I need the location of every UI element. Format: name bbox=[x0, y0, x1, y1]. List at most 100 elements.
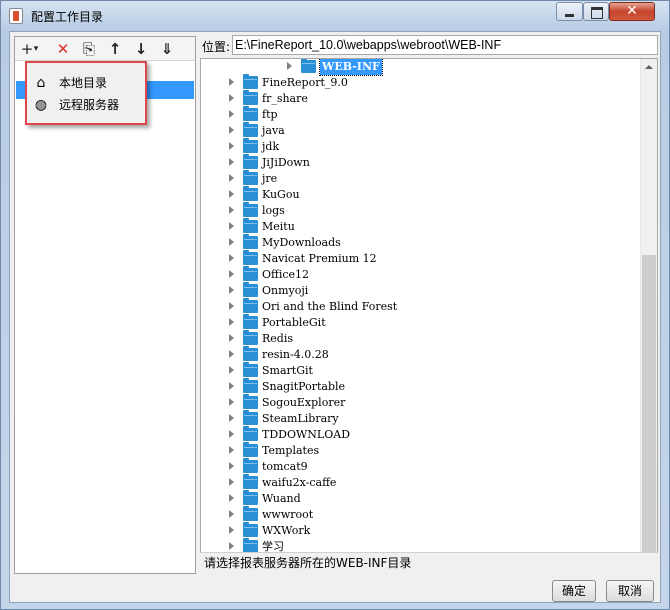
tree-item-label: waifu2x-caffe bbox=[262, 476, 337, 489]
expand-arrow-icon[interactable] bbox=[229, 270, 234, 278]
folder-icon bbox=[243, 234, 258, 249]
folder-icon bbox=[243, 250, 258, 265]
expand-arrow-icon[interactable] bbox=[229, 190, 234, 198]
expand-arrow-icon[interactable] bbox=[229, 126, 234, 134]
tree-row[interactable]: resin-4.0.28 bbox=[201, 346, 641, 363]
expand-arrow-icon[interactable] bbox=[229, 222, 234, 230]
tree-item-label: logs bbox=[262, 204, 285, 217]
tree-row[interactable]: jdk bbox=[201, 138, 641, 155]
tree-row[interactable]: WXWork bbox=[201, 522, 641, 539]
close-button[interactable]: ✕ bbox=[609, 2, 655, 21]
tree-row[interactable]: Wuand bbox=[201, 490, 641, 507]
tree-row[interactable]: SnagitPortable bbox=[201, 378, 641, 395]
menu-item-remote-server[interactable]: ◍ 远程服务器 bbox=[29, 95, 143, 115]
location-field[interactable]: E:\FineReport_10.0\webapps\webroot\WEB-I… bbox=[232, 35, 658, 55]
expand-arrow-icon[interactable] bbox=[229, 206, 234, 214]
expand-arrow-icon[interactable] bbox=[229, 158, 234, 166]
tree-item-label: tomcat9 bbox=[262, 460, 308, 473]
folder-icon bbox=[243, 90, 258, 105]
tree-row[interactable]: JiJiDown bbox=[201, 154, 641, 171]
tree-item-label: FineReport_9.0 bbox=[262, 76, 348, 89]
tree-row[interactable]: Navicat Premium 12 bbox=[201, 250, 641, 267]
tree-row[interactable]: fr_share bbox=[201, 90, 641, 107]
expand-arrow-icon[interactable] bbox=[229, 446, 234, 454]
tree-row[interactable]: Meitu bbox=[201, 218, 641, 235]
expand-arrow-icon[interactable] bbox=[229, 366, 234, 374]
tree-row[interactable]: waifu2x-caffe bbox=[201, 474, 641, 491]
tree-item-label: Redis bbox=[262, 332, 293, 345]
tree-row[interactable]: PortableGit bbox=[201, 314, 641, 331]
tree-row[interactable]: logs bbox=[201, 202, 641, 219]
tree-item-label: ftp bbox=[262, 108, 278, 121]
expand-arrow-icon[interactable] bbox=[229, 478, 234, 486]
folder-icon bbox=[243, 506, 258, 521]
add-dropdown-icon[interactable]: ▾ bbox=[31, 40, 41, 58]
expand-arrow-icon[interactable] bbox=[229, 542, 234, 550]
expand-arrow-icon[interactable] bbox=[229, 174, 234, 182]
expand-arrow-icon[interactable] bbox=[229, 142, 234, 150]
expand-arrow-icon[interactable] bbox=[229, 238, 234, 246]
scroll-thumb[interactable] bbox=[642, 255, 656, 555]
tree-row[interactable]: Redis bbox=[201, 330, 641, 347]
cancel-button[interactable]: 取消 bbox=[606, 580, 654, 602]
tree-item-label: Wuand bbox=[262, 492, 301, 505]
delete-icon[interactable]: ✕ bbox=[53, 40, 73, 58]
workspace-toolbar: + ▾ ✕ ⎘ ↑ ↓ ⇓ bbox=[15, 37, 195, 61]
location-label: 位置: bbox=[202, 40, 231, 54]
tree-row[interactable]: Templates bbox=[201, 442, 641, 459]
expand-arrow-icon[interactable] bbox=[229, 462, 234, 470]
expand-arrow-icon[interactable] bbox=[229, 350, 234, 358]
tree-row[interactable]: SmartGit bbox=[201, 362, 641, 379]
expand-arrow-icon[interactable] bbox=[229, 110, 234, 118]
expand-arrow-icon[interactable] bbox=[229, 286, 234, 294]
expand-arrow-icon[interactable] bbox=[229, 254, 234, 262]
tree-row[interactable]: jre bbox=[201, 170, 641, 187]
sort-icon[interactable]: ⇓ bbox=[157, 40, 177, 58]
tree-row[interactable]: java bbox=[201, 122, 641, 139]
tree-row-selected[interactable]: WEB-INF bbox=[201, 59, 641, 76]
expand-arrow-icon[interactable] bbox=[229, 398, 234, 406]
tree-row[interactable]: Office12 bbox=[201, 266, 641, 283]
move-up-icon[interactable]: ↑ bbox=[105, 40, 125, 58]
ok-button[interactable]: 确定 bbox=[552, 580, 596, 602]
folder-icon bbox=[243, 218, 258, 233]
expand-arrow-icon[interactable] bbox=[229, 494, 234, 502]
tree-row[interactable]: MyDownloads bbox=[201, 234, 641, 251]
tree-item-label: PortableGit bbox=[262, 316, 326, 329]
expand-arrow-icon[interactable] bbox=[229, 382, 234, 390]
minimize-button[interactable] bbox=[556, 2, 583, 21]
maximize-button[interactable] bbox=[583, 2, 609, 21]
tree-row[interactable]: Onmyoji bbox=[201, 282, 641, 299]
tree-row[interactable]: SteamLibrary bbox=[201, 410, 641, 427]
folder-icon bbox=[243, 154, 258, 169]
expand-arrow-icon[interactable] bbox=[229, 318, 234, 326]
folder-icon bbox=[243, 522, 258, 537]
tree-row[interactable]: Ori and the Blind Forest bbox=[201, 298, 641, 315]
expand-arrow-icon[interactable] bbox=[229, 430, 234, 438]
tree-row[interactable]: FineReport_9.0 bbox=[201, 74, 641, 91]
java-app-icon bbox=[9, 8, 23, 24]
expand-arrow-icon[interactable] bbox=[229, 526, 234, 534]
title-bar[interactable]: 配置工作目录 ✕ bbox=[1, 1, 669, 31]
expand-arrow-icon[interactable] bbox=[229, 302, 234, 310]
expand-arrow-icon[interactable] bbox=[229, 78, 234, 86]
expand-arrow-icon[interactable] bbox=[229, 94, 234, 102]
tree-row[interactable]: TDDOWNLOAD bbox=[201, 426, 641, 443]
expand-arrow-icon[interactable] bbox=[229, 414, 234, 422]
tree-row[interactable]: wwwroot bbox=[201, 506, 641, 523]
expand-arrow-icon[interactable] bbox=[229, 510, 234, 518]
move-down-icon[interactable]: ↓ bbox=[131, 40, 151, 58]
tree-item-label: jdk bbox=[262, 140, 280, 153]
copy-icon[interactable]: ⎘ bbox=[79, 40, 99, 58]
folder-icon bbox=[243, 74, 258, 89]
tree-row[interactable]: tomcat9 bbox=[201, 458, 641, 475]
tree-scrollbar[interactable] bbox=[640, 59, 657, 571]
scroll-up-icon[interactable] bbox=[641, 59, 657, 75]
expand-arrow-icon[interactable] bbox=[287, 62, 292, 70]
tree-item-label: jre bbox=[262, 172, 278, 185]
expand-arrow-icon[interactable] bbox=[229, 334, 234, 342]
tree-row[interactable]: ftp bbox=[201, 106, 641, 123]
tree-row[interactable]: SogouExplorer bbox=[201, 394, 641, 411]
menu-item-local-directory[interactable]: ⌂ 本地目录 bbox=[29, 73, 143, 93]
tree-row[interactable]: KuGou bbox=[201, 186, 641, 203]
